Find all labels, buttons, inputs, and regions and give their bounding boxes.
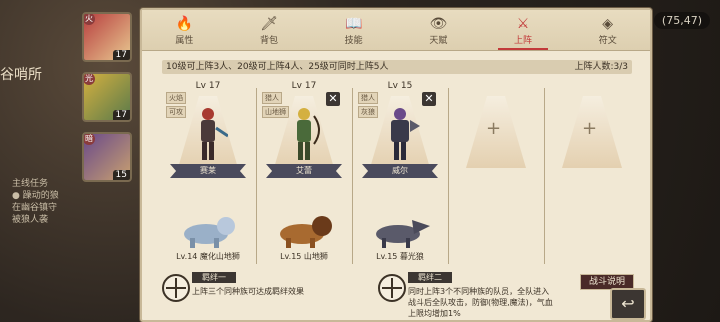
back-arrow-icon[interactable]: ↩	[610, 288, 646, 320]
slot-divider	[256, 88, 257, 264]
hero-figure	[297, 108, 320, 160]
quest-line: 在幽谷镇守	[12, 203, 58, 213]
quest-tracker[interactable]: 主线任务 ● 躁动的狼 在幽谷镇守 被狼人袭	[12, 178, 59, 226]
tab-lineup[interactable]: ⚔ 上阵	[481, 10, 566, 50]
hero-level: Lv 17	[195, 81, 221, 91]
pet-figure	[280, 216, 332, 248]
hero-name-banner: 赛莱	[170, 164, 246, 178]
hero-name-banner: 艾蕾	[266, 164, 342, 178]
quest-line: 被狼人袭	[12, 215, 49, 225]
element-badge: 光	[84, 74, 95, 85]
backpack-icon: 🗡	[260, 16, 278, 32]
tab-talent[interactable]: 👁 天赋	[396, 10, 481, 50]
bond-two: 羁绊二 同时上阵3个不同种族的队员，全队进入 战斗后全队攻击，防御(物理,魔法)…	[378, 272, 578, 318]
bond-title: 羁绊一	[192, 272, 236, 283]
map-coordinates: (75,47)	[653, 12, 710, 29]
element-badge: 火	[84, 14, 95, 25]
hero-tag: 火焰	[166, 92, 186, 104]
bond-one: 羁绊一 上阵三个同种族可达成羁绊效果	[162, 272, 372, 312]
slot-divider	[352, 88, 353, 264]
panel-tabs: 🔥 属性 🗡 背包 📖 技能 👁 天赋 ⚔ 上阵 ◈ 符文	[142, 10, 650, 51]
hero-tag: 灰狼	[358, 106, 378, 118]
hero-figure	[201, 108, 228, 160]
slot-divider	[448, 88, 449, 264]
hero-tag: 猎人	[358, 92, 378, 104]
character-level: 15	[112, 170, 130, 180]
add-hero-icon: +	[486, 118, 502, 139]
empty-slot-5[interactable]: +	[546, 78, 638, 264]
hero-figure	[391, 108, 420, 160]
bond-description: 上阵三个同种族可达成羁绊效果	[192, 287, 304, 296]
element-badge: 暗	[84, 134, 95, 145]
roster-character-2[interactable]: 光 17	[82, 72, 132, 122]
add-hero-icon: +	[582, 118, 598, 139]
book-icon: 📖	[344, 16, 363, 32]
quest-line: ● 躁动的狼	[12, 191, 59, 201]
roster-character-1[interactable]: 火 17	[82, 12, 132, 62]
tab-attributes[interactable]: 🔥 属性	[142, 10, 227, 50]
character-level: 17	[112, 110, 130, 120]
hero-slot-3[interactable]: Lv 15 猎人 灰狼 ✕ 威尔 Lv.15 暮光狼	[354, 78, 446, 264]
hero-level: Lv 15	[387, 81, 413, 91]
tab-runes[interactable]: ◈ 符文	[565, 10, 650, 50]
pet-figure	[376, 220, 430, 248]
remove-hero-button[interactable]: ✕	[422, 92, 436, 106]
remove-hero-button[interactable]: ✕	[326, 92, 340, 106]
hero-name-banner: 威尔	[362, 164, 438, 178]
team-slots: Lv 17 火焰 可攻 赛莱 Lv.14 魔化山地狮 Lv 17 猎人 山地狮 …	[162, 78, 632, 268]
hero-level: Lv 17	[291, 81, 317, 91]
crossed-swords-icon: ⚔	[516, 16, 530, 32]
bond-crosshair-icon	[162, 274, 190, 302]
pet-name: Lv.14 魔化山地狮	[176, 252, 240, 261]
location-label: 谷哨所	[0, 67, 42, 83]
pet-figure	[184, 217, 235, 248]
tab-skills[interactable]: 📖 技能	[311, 10, 396, 50]
bond-crosshair-icon	[378, 274, 406, 302]
quest-line: 主线任务	[12, 179, 49, 189]
tab-backpack[interactable]: 🗡 背包	[227, 10, 312, 50]
hero-tag: 猎人	[262, 92, 282, 104]
lineup-info-bar: 10级可上阵3人、20级可上阵4人、25级可同时上阵5人 上阵人数:3/3	[162, 60, 632, 74]
bond-title: 羁绊二	[408, 272, 452, 283]
pet-name: Lv.15 山地狮	[280, 252, 328, 261]
eye-icon: 👁	[429, 16, 448, 32]
lineup-count: 上阵人数:3/3	[574, 62, 628, 72]
flame-icon: 🔥	[175, 16, 194, 32]
pet-name: Lv.15 暮光狼	[376, 252, 424, 261]
rune-icon: ◈	[602, 16, 614, 32]
roster-character-3[interactable]: 暗 15	[82, 132, 132, 182]
team-panel: 🔥 属性 🗡 背包 📖 技能 👁 天赋 ⚔ 上阵 ◈ 符文 10级可上阵3人、20级可上阵4…	[140, 8, 652, 322]
character-roster: 火 17 光 17 暗 15	[82, 12, 134, 192]
character-level: 17	[112, 50, 130, 60]
slot-divider	[544, 88, 545, 264]
hero-slot-2[interactable]: Lv 17 猎人 山地狮 ✕ 艾蕾 Lv.15 山地狮	[258, 78, 350, 264]
hero-slot-1[interactable]: Lv 17 火焰 可攻 赛莱 Lv.14 魔化山地狮	[162, 78, 254, 264]
hero-tag: 可攻	[166, 106, 186, 118]
bond-description: 同时上阵3个不同种族的队员，全队进入 战斗后全队攻击，防御(物理,魔法)，气血 …	[408, 287, 553, 318]
lineup-rule-text: 10级可上阵3人、20级可上阵4人、25级可同时上阵5人	[166, 62, 389, 72]
empty-slot-4[interactable]: +	[450, 78, 542, 264]
